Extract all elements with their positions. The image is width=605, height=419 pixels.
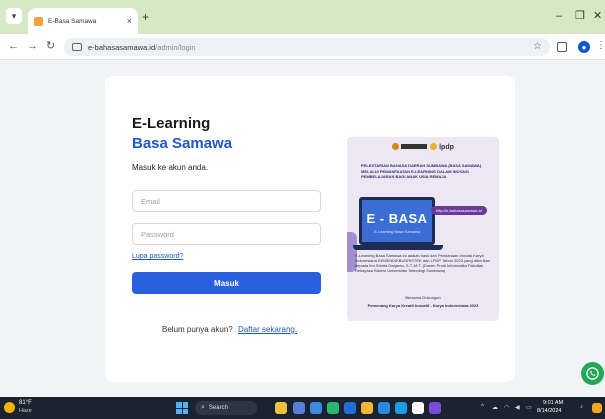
login-card: E-Learning Basa Samawa Masuk ke akun and… <box>105 76 515 382</box>
poster-laptop-illustration: E - BASA E-Learning Basa Samawa <box>359 197 435 245</box>
tray-cloud-icon[interactable]: ☁ <box>492 404 498 411</box>
extensions-icon[interactable] <box>557 42 567 52</box>
browser-tab[interactable]: E-Basa Samawa × <box>28 8 138 34</box>
back-arrow-icon[interactable]: ← <box>8 40 19 53</box>
taskbar-app-store-icon[interactable] <box>378 402 390 414</box>
url-host: e-bahasasamawa.id <box>88 42 156 52</box>
register-link[interactable]: Daftar sekarang. <box>238 325 297 334</box>
reload-icon[interactable]: ↻ <box>46 40 55 53</box>
poster-subtitle: E-Learning Basa Samawa <box>373 229 421 234</box>
login-button[interactable]: Masuk <box>132 272 321 294</box>
taskbar-search[interactable]: ⌕ Search <box>195 401 257 415</box>
poster-info: E-Learning Basa Samawa ini adalah hasil … <box>355 253 491 273</box>
sponsor-wordmark-logo <box>401 144 428 149</box>
forgot-password-link[interactable]: Lupa password? <box>132 253 183 260</box>
browser-tab-bar: ▾ E-Basa Samawa × + – ❐ ✕ <box>0 0 605 34</box>
brand-subtitle: Basa Samawa <box>132 135 233 152</box>
taskbar-app-mail-icon[interactable] <box>395 402 407 414</box>
bookmark-star-icon[interactable]: ☆ <box>533 41 542 52</box>
browser-toolbar: ← → ↻ e-bahasasamawa.id/admin/login ☆ ● … <box>0 34 605 60</box>
taskbar-app-teams-icon[interactable] <box>429 402 441 414</box>
taskbar-clock-time[interactable]: 9:01 AM <box>543 400 563 406</box>
tray-volume-icon[interactable]: ◀ <box>515 404 520 411</box>
page-viewport: E-Learning Basa Samawa Masuk ke akun and… <box>0 60 605 397</box>
poster-description: PELESTARIAN BAHASA DAERAH SUMBAWA (BASA … <box>361 163 482 179</box>
tab-title: E-Basa Samawa <box>48 17 97 25</box>
promo-poster: lpdp PELESTARIAN BAHASA DAERAH SUMBAWA (… <box>347 137 499 321</box>
window-close-icon[interactable]: ✕ <box>593 10 602 22</box>
taskbar-app-edge-icon[interactable] <box>344 402 356 414</box>
weather-sun-icon[interactable] <box>4 402 15 413</box>
tray-battery-icon[interactable]: ▭ <box>526 404 532 411</box>
tab-search-icon[interactable]: ▾ <box>6 8 22 24</box>
taskbar-search-label: Search <box>208 405 228 411</box>
sponsor-logo-icon <box>392 143 400 150</box>
poster-title: E - BASA <box>366 211 428 226</box>
address-bar[interactable]: e-bahasasamawa.id/admin/login ☆ <box>64 38 550 56</box>
taskbar-app-explorer-icon[interactable] <box>361 402 373 414</box>
tab-close-icon[interactable]: × <box>127 16 132 26</box>
login-instruction: Masuk ke akun anda. <box>132 163 209 172</box>
forward-arrow-icon[interactable]: → <box>27 40 38 53</box>
maximize-icon[interactable]: ❐ <box>575 10 585 22</box>
taskbar-app-chrome-icon[interactable] <box>412 402 424 414</box>
taskbar-clock-date[interactable]: 8/14/2024 <box>537 408 561 414</box>
windows-start-icon[interactable] <box>176 402 188 414</box>
taskbar-app-meet-icon[interactable] <box>310 402 322 414</box>
email-field[interactable] <box>132 190 321 212</box>
profile-icon[interactable]: ● <box>578 41 590 53</box>
brand-title: E-Learning <box>132 115 211 132</box>
register-prompt: Belum punya akun? <box>162 325 233 334</box>
tab-favicon-icon <box>34 16 43 26</box>
url-path: /admin/login <box>155 42 196 52</box>
search-icon: ⌕ <box>201 404 205 411</box>
weather-condition: Haze <box>19 408 32 414</box>
poster-laptop-base <box>353 245 443 250</box>
whatsapp-icon[interactable] <box>581 362 604 385</box>
tray-chevron-icon[interactable]: ^ <box>481 404 484 410</box>
poster-url: http://e-bahasasamawa.id <box>431 206 487 215</box>
password-field[interactable] <box>132 223 321 245</box>
copilot-icon[interactable] <box>592 403 602 413</box>
taskbar-app-browser-icon[interactable] <box>327 402 339 414</box>
new-tab-button[interactable]: + <box>142 11 149 23</box>
site-settings-icon[interactable] <box>72 43 82 51</box>
whatsapp-glyph-icon <box>586 367 599 380</box>
taskbar-app-widgets-icon[interactable] <box>275 402 287 414</box>
os-taskbar: 81°F Haze ⌕ Search ^ ☁ ◠ ◀ ▭ 9:01 AM 8/1… <box>0 397 605 419</box>
poster-sponsor-logos: lpdp <box>347 143 499 151</box>
browser-menu-icon[interactable]: ⋮ <box>596 40 605 51</box>
poster-footer-label: Bersama Dukungan <box>405 295 441 300</box>
lpdp-logo-text: lpdp <box>439 144 454 151</box>
weather-temperature: 81°F <box>19 400 32 406</box>
taskbar-app-taskview-icon[interactable] <box>293 402 305 414</box>
minimize-icon[interactable]: – <box>556 10 562 22</box>
register-row: Belum punya akun? Daftar sekarang. <box>162 325 297 334</box>
tray-wifi-icon[interactable]: ◠ <box>504 404 509 411</box>
lpdp-logo-icon <box>430 143 438 150</box>
notification-bell-icon[interactable]: ♪ <box>580 404 583 410</box>
poster-footer-award: Pemenang Karya Kreatif Inovatif - Karya … <box>367 303 479 308</box>
url-text: e-bahasasamawa.id/admin/login <box>88 43 196 52</box>
